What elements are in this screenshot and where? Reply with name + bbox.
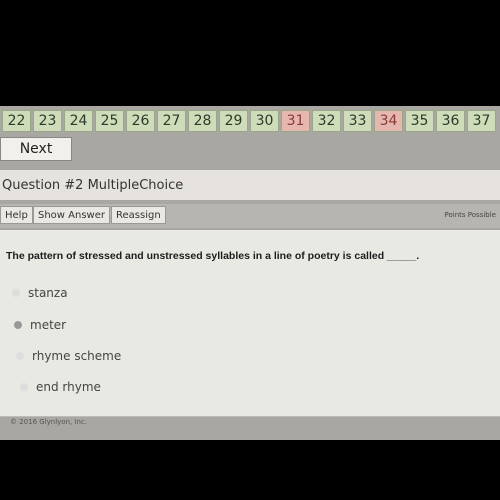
question-title: Question #2 MultipleChoice (2, 177, 184, 193)
question-header: Question #2 MultipleChoice (0, 170, 500, 200)
question-tile-24[interactable]: 24 (64, 110, 93, 132)
answer-option[interactable]: meter (14, 318, 66, 332)
help-button[interactable]: Help (0, 206, 33, 224)
radio-button[interactable] (14, 321, 22, 329)
question-tile-22[interactable]: 22 (2, 110, 31, 132)
answer-option[interactable]: end rhyme (20, 380, 101, 394)
question-tile-25[interactable]: 25 (95, 110, 124, 132)
question-text: The pattern of stressed and unstressed s… (6, 250, 420, 262)
next-button[interactable]: Next (0, 137, 72, 161)
question-tile-30[interactable]: 30 (250, 110, 279, 132)
question-tile-36[interactable]: 36 (436, 110, 465, 132)
question-tile-23[interactable]: 23 (33, 110, 62, 132)
copyright: © 2016 Glynlyon, Inc. (10, 418, 88, 426)
question-tile-32[interactable]: 32 (312, 110, 341, 132)
radio-button[interactable] (12, 289, 20, 297)
question-tile-28[interactable]: 28 (188, 110, 217, 132)
question-tile-34[interactable]: 34 (374, 110, 403, 132)
question-tile-26[interactable]: 26 (126, 110, 155, 132)
show-answer-button[interactable]: Show Answer (33, 206, 110, 224)
question-tile-29[interactable]: 29 (219, 110, 248, 132)
question-tile-35[interactable]: 35 (405, 110, 434, 132)
answer-option[interactable]: stanza (12, 286, 68, 300)
toolbar: Help Show Answer Reassign Points Possibl… (0, 204, 500, 228)
answer-label: meter (30, 318, 67, 332)
question-tile-31[interactable]: 31 (281, 110, 310, 132)
radio-button[interactable] (20, 383, 28, 391)
question-navigator: 22 23 24 25 26 27 28 29 30 31 32 33 34 35 36 37 (2, 110, 496, 132)
points-possible-label: Points Possible (444, 211, 496, 219)
answer-label: end rhyme (36, 380, 101, 394)
answer-option[interactable]: rhyme scheme (16, 349, 121, 363)
question-content: The pattern of stressed and unstressed s… (0, 230, 500, 417)
question-tile-27[interactable]: 27 (157, 110, 186, 132)
radio-button[interactable] (16, 352, 24, 360)
quiz-screen: 22 23 24 25 26 27 28 29 30 31 32 33 34 35 36 37 Next Qu… (0, 106, 500, 440)
reassign-button[interactable]: Reassign (111, 206, 166, 224)
question-tile-37[interactable]: 37 (467, 110, 496, 132)
answer-label: stanza (28, 286, 68, 300)
question-tile-33[interactable]: 33 (343, 110, 372, 132)
answer-label: rhyme scheme (32, 349, 122, 363)
